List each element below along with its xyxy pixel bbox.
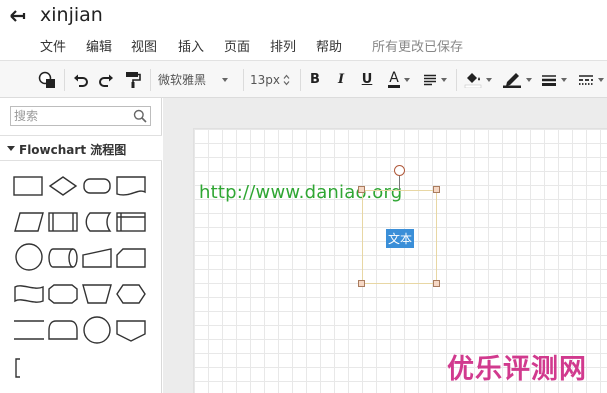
resize-handle-bottom-right[interactable] <box>433 280 440 287</box>
menu-view[interactable]: 视图 <box>131 36 157 55</box>
menu-edit[interactable]: 编辑 <box>86 36 112 55</box>
italic-button[interactable]: I <box>332 61 350 98</box>
shape-decision[interactable] <box>46 168 80 202</box>
search-box[interactable] <box>10 106 151 126</box>
menu-page[interactable]: 页面 <box>224 36 250 55</box>
document-title[interactable]: xinjian <box>40 4 103 26</box>
shape-display[interactable] <box>114 276 148 310</box>
shape-annotation[interactable] <box>12 348 46 382</box>
line-style-button[interactable] <box>574 61 607 98</box>
resize-handle-top-right[interactable] <box>433 186 440 193</box>
font-color-label: A <box>388 69 400 88</box>
align-button[interactable] <box>420 61 450 98</box>
watermark: 优乐评测网 <box>447 354 587 385</box>
redo-icon <box>99 74 113 87</box>
font-color-button[interactable]: A <box>384 61 414 98</box>
line-color-icon <box>503 73 521 88</box>
chevron-down-icon <box>597 77 604 82</box>
line-weight-button[interactable] <box>538 61 570 98</box>
fill-color-icon <box>464 73 482 88</box>
toolbar: 微软雅黑 13px B I U A <box>0 60 607 98</box>
save-status: 所有更改已保存 <box>372 40 464 55</box>
expand-caret-icon <box>7 146 15 151</box>
chevron-down-icon <box>403 77 410 82</box>
align-icon <box>424 74 436 85</box>
library-title: Flowchart 流程图 <box>19 143 127 157</box>
font-size-value: 13px <box>250 72 280 87</box>
menu-help[interactable]: 帮助 <box>316 36 342 55</box>
shape-punched-tape[interactable] <box>12 276 46 310</box>
shape-parallel-mode[interactable] <box>12 312 46 346</box>
shape-preparation[interactable] <box>46 276 80 310</box>
rotation-connector <box>399 175 400 190</box>
undo-button[interactable] <box>70 61 92 98</box>
shape-manual-input[interactable] <box>80 240 114 274</box>
style-icon <box>38 71 55 88</box>
shape-manual-operation[interactable] <box>80 276 114 310</box>
menu-file[interactable]: 文件 <box>40 36 66 55</box>
line-color-button[interactable] <box>500 61 534 98</box>
shape-delay[interactable] <box>46 312 80 346</box>
chevron-down-icon <box>222 77 229 82</box>
resize-handle-bottom-left[interactable] <box>358 280 365 287</box>
menu-insert[interactable]: 插入 <box>178 36 204 55</box>
shape-off-page-connector[interactable] <box>114 312 148 346</box>
stepper-arrows-icon[interactable] <box>283 74 290 86</box>
shape-process[interactable] <box>12 168 46 202</box>
chevron-down-icon <box>526 77 532 82</box>
font-family-select[interactable]: 微软雅黑 <box>158 61 238 98</box>
bold-button[interactable]: B <box>306 61 324 98</box>
shape-internal-storage[interactable] <box>114 204 148 238</box>
search-input[interactable] <box>11 107 131 125</box>
shape-direct-access-storage[interactable] <box>46 240 80 274</box>
shape-card[interactable] <box>114 240 148 274</box>
line-weight-icon <box>542 74 556 86</box>
resize-handle-top-left[interactable] <box>358 186 365 193</box>
shape-grid <box>0 162 162 393</box>
shape-sidebar: Flowchart 流程图 <box>0 98 162 393</box>
font-size-stepper[interactable]: 13px <box>250 61 296 98</box>
line-style-icon <box>578 74 593 85</box>
flowchart-library-header[interactable]: Flowchart 流程图 <box>0 135 162 161</box>
rotate-handle-icon[interactable] <box>394 165 405 176</box>
back-arrow-icon[interactable] <box>8 6 28 26</box>
format-painter-button[interactable] <box>122 61 144 98</box>
shape-terminator[interactable] <box>80 168 114 202</box>
shape-data[interactable] <box>12 204 46 238</box>
format-painter-icon <box>126 71 141 88</box>
underline-button[interactable]: U <box>358 61 376 98</box>
fill-color-button[interactable] <box>462 61 494 98</box>
menu-arrange[interactable]: 排列 <box>270 36 296 55</box>
redo-button[interactable] <box>95 61 117 98</box>
shape-document[interactable] <box>114 168 148 202</box>
shape-predefined-process[interactable] <box>46 204 80 238</box>
style-button[interactable] <box>34 61 60 98</box>
shape-start[interactable] <box>80 312 114 346</box>
undo-icon <box>74 74 88 87</box>
chevron-down-icon <box>441 77 447 82</box>
shape-connector[interactable] <box>12 240 46 274</box>
search-icon[interactable] <box>133 109 147 123</box>
shape-stored-data[interactable] <box>80 204 114 238</box>
shape-text-selected[interactable]: 文本 <box>386 229 415 248</box>
font-family-value: 微软雅黑 <box>158 73 207 87</box>
chevron-down-icon <box>486 77 492 82</box>
chevron-down-icon <box>561 77 567 82</box>
title-bar: xinjian 文件 编辑 视图 插入 页面 排列 帮助 所有更改已保存 <box>0 0 607 60</box>
